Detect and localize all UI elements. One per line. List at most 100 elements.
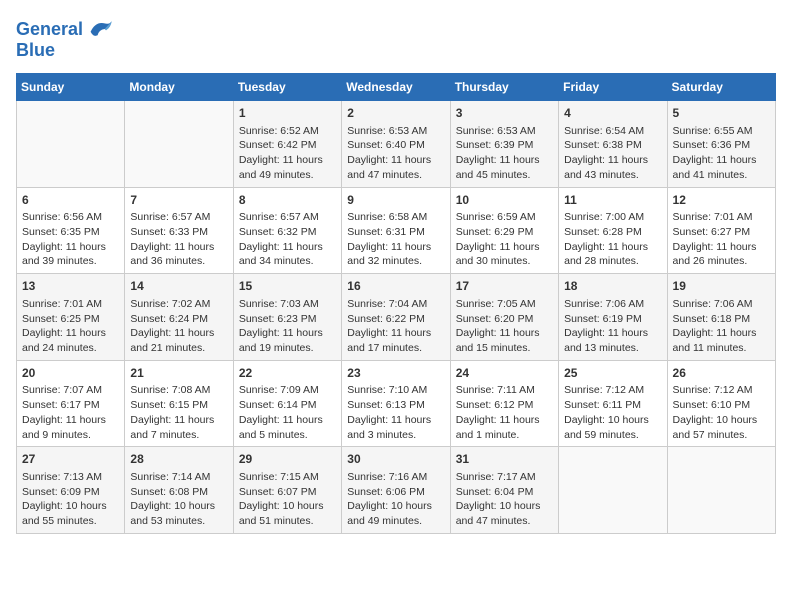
calendar-cell bbox=[125, 101, 233, 188]
calendar-cell: 23Sunrise: 7:10 AMSunset: 6:13 PMDayligh… bbox=[342, 360, 450, 447]
sunset-text: Sunset: 6:27 PM bbox=[673, 226, 751, 238]
day-number: 1 bbox=[239, 105, 336, 122]
sunrise-text: Sunrise: 7:12 AM bbox=[564, 384, 644, 396]
day-number: 18 bbox=[564, 278, 661, 295]
sunrise-text: Sunrise: 7:04 AM bbox=[347, 298, 427, 310]
calendar-cell: 12Sunrise: 7:01 AMSunset: 6:27 PMDayligh… bbox=[667, 187, 775, 274]
sunrise-text: Sunrise: 7:02 AM bbox=[130, 298, 210, 310]
day-number: 21 bbox=[130, 365, 227, 382]
calendar-cell: 8 Sunrise: 6:57 AM Sunset: 6:32 PM Daylight… bbox=[233, 187, 341, 274]
daylight-text: Daylight: 11 hours and 34 minutes. bbox=[239, 241, 323, 268]
calendar-week-row: 13Sunrise: 7:01 AMSunset: 6:25 PMDayligh… bbox=[17, 274, 776, 361]
sunset-text: Sunset: 6:24 PM bbox=[130, 313, 208, 325]
daylight-text: Daylight: 11 hours and 11 minutes. bbox=[673, 327, 757, 354]
daylight-text: Daylight: 10 hours and 57 minutes. bbox=[673, 414, 758, 441]
calendar-cell: 13Sunrise: 7:01 AMSunset: 6:25 PMDayligh… bbox=[17, 274, 125, 361]
calendar-cell bbox=[17, 101, 125, 188]
sunset-text: Sunset: 6:15 PM bbox=[130, 399, 208, 411]
sunrise-text: Sunrise: 7:10 AM bbox=[347, 384, 427, 396]
day-number: 31 bbox=[456, 451, 553, 468]
sunrise-text: Sunrise: 6:57 AM bbox=[130, 211, 210, 223]
day-number: 20 bbox=[22, 365, 119, 382]
sunset-text: Sunset: 6:25 PM bbox=[22, 313, 100, 325]
calendar-header-row: SundayMondayTuesdayWednesdayThursdayFrid… bbox=[17, 74, 776, 101]
calendar-cell: 26Sunrise: 7:12 AMSunset: 6:10 PMDayligh… bbox=[667, 360, 775, 447]
calendar-cell: 29Sunrise: 7:15 AMSunset: 6:07 PMDayligh… bbox=[233, 447, 341, 534]
sunrise-text: Sunrise: 7:13 AM bbox=[22, 471, 102, 483]
day-number: 24 bbox=[456, 365, 553, 382]
day-number: 9 bbox=[347, 192, 444, 209]
calendar-cell bbox=[667, 447, 775, 534]
daylight-text: Daylight: 11 hours and 13 minutes. bbox=[564, 327, 648, 354]
sunset-text: Sunset: 6:28 PM bbox=[564, 226, 642, 238]
calendar-cell: 2Sunrise: 6:53 AMSunset: 6:40 PMDaylight… bbox=[342, 101, 450, 188]
day-number: 5 bbox=[673, 105, 770, 122]
sunrise-text: Sunrise: 6:57 AM bbox=[239, 211, 319, 223]
daylight-text: Daylight: 11 hours and 3 minutes. bbox=[347, 414, 431, 441]
sunrise-text: Sunrise: 7:06 AM bbox=[564, 298, 644, 310]
day-number: 27 bbox=[22, 451, 119, 468]
day-number: 7 bbox=[130, 192, 227, 209]
calendar-week-row: 20Sunrise: 7:07 AMSunset: 6:17 PMDayligh… bbox=[17, 360, 776, 447]
calendar-cell: 9Sunrise: 6:58 AMSunset: 6:31 PMDaylight… bbox=[342, 187, 450, 274]
calendar-cell: 6Sunrise: 6:56 AMSunset: 6:35 PMDaylight… bbox=[17, 187, 125, 274]
sunrise-text: Sunrise: 6:59 AM bbox=[456, 211, 536, 223]
day-number: 23 bbox=[347, 365, 444, 382]
daylight-text: Daylight: 11 hours and 21 minutes. bbox=[130, 327, 214, 354]
calendar-cell: 1Sunrise: 6:52 AMSunset: 6:42 PMDaylight… bbox=[233, 101, 341, 188]
daylight-text: Daylight: 11 hours and 24 minutes. bbox=[22, 327, 106, 354]
sunrise-text: Sunrise: 6:55 AM bbox=[673, 125, 753, 137]
day-number: 8 bbox=[239, 192, 336, 209]
sunset-text: Sunset: 6:40 PM bbox=[347, 139, 425, 151]
calendar-cell: 16 Sunrise: 7:04 AM Sunset: 6:22 PM Dayligh… bbox=[342, 274, 450, 361]
calendar-cell: 28Sunrise: 7:14 AMSunset: 6:08 PMDayligh… bbox=[125, 447, 233, 534]
logo: General Blue bbox=[16, 16, 113, 61]
sunset-text: Sunset: 6:31 PM bbox=[347, 226, 425, 238]
day-number: 6 bbox=[22, 192, 119, 209]
daylight-text: Daylight: 11 hours and 30 minutes. bbox=[456, 241, 540, 268]
day-number: 17 bbox=[456, 278, 553, 295]
calendar-cell: 19Sunrise: 7:06 AMSunset: 6:18 PMDayligh… bbox=[667, 274, 775, 361]
daylight-text: Daylight: 10 hours and 53 minutes. bbox=[130, 500, 215, 527]
calendar-cell bbox=[559, 447, 667, 534]
sunset-text: Sunset: 6:22 PM bbox=[347, 313, 425, 325]
calendar-cell: 7Sunrise: 6:57 AMSunset: 6:33 PMDaylight… bbox=[125, 187, 233, 274]
calendar-table: SundayMondayTuesdayWednesdayThursdayFrid… bbox=[16, 73, 776, 534]
sunset-text: Sunset: 6:06 PM bbox=[347, 486, 425, 498]
daylight-text: Daylight: 10 hours and 47 minutes. bbox=[456, 500, 541, 527]
day-number: 16 bbox=[347, 278, 444, 295]
sunrise-text: Sunrise: 7:00 AM bbox=[564, 211, 644, 223]
day-number: 22 bbox=[239, 365, 336, 382]
sunrise-text: Sunrise: 7:03 AM bbox=[239, 298, 319, 310]
calendar-cell: 18Sunrise: 7:06 AMSunset: 6:19 PMDayligh… bbox=[559, 274, 667, 361]
calendar-cell: 17Sunrise: 7:05 AMSunset: 6:20 PMDayligh… bbox=[450, 274, 558, 361]
day-number: 4 bbox=[564, 105, 661, 122]
calendar-cell: 4Sunrise: 6:54 AMSunset: 6:38 PMDaylight… bbox=[559, 101, 667, 188]
daylight-text: Daylight: 11 hours and 1 minute. bbox=[456, 414, 540, 441]
sunset-text: Sunset: 6:32 PM bbox=[239, 226, 317, 238]
sunrise-text: Sunrise: 6:52 AM bbox=[239, 125, 319, 137]
sunrise-text: Sunrise: 7:11 AM bbox=[456, 384, 535, 396]
calendar-cell: 24Sunrise: 7:11 AMSunset: 6:12 PMDayligh… bbox=[450, 360, 558, 447]
sunset-text: Sunset: 6:18 PM bbox=[673, 313, 751, 325]
daylight-text: Daylight: 11 hours and 9 minutes. bbox=[22, 414, 106, 441]
day-number: 26 bbox=[673, 365, 770, 382]
daylight-text: Daylight: 11 hours and 45 minutes. bbox=[456, 154, 540, 181]
calendar-cell: 25Sunrise: 7:12 AMSunset: 6:11 PMDayligh… bbox=[559, 360, 667, 447]
day-number: 12 bbox=[673, 192, 770, 209]
logo-text: General bbox=[16, 20, 83, 40]
daylight-text: Daylight: 11 hours and 17 minutes. bbox=[347, 327, 431, 354]
weekday-header: Friday bbox=[559, 74, 667, 101]
sunset-text: Sunset: 6:09 PM bbox=[22, 486, 100, 498]
sunrise-text: Sunrise: 7:01 AM bbox=[22, 298, 102, 310]
sunrise-text: Sunrise: 7:12 AM bbox=[673, 384, 753, 396]
sunset-text: Sunset: 6:04 PM bbox=[456, 486, 534, 498]
logo-bird-icon bbox=[85, 16, 113, 44]
sunrise-text: Sunrise: 6:53 AM bbox=[456, 125, 536, 137]
sunset-text: Sunset: 6:23 PM bbox=[239, 313, 317, 325]
sunrise-text: Sunrise: 6:54 AM bbox=[564, 125, 644, 137]
sunrise-text: Sunrise: 7:06 AM bbox=[673, 298, 753, 310]
day-number: 29 bbox=[239, 451, 336, 468]
sunrise-text: Sunrise: 6:58 AM bbox=[347, 211, 427, 223]
sunrise-text: Sunrise: 7:17 AM bbox=[456, 471, 536, 483]
